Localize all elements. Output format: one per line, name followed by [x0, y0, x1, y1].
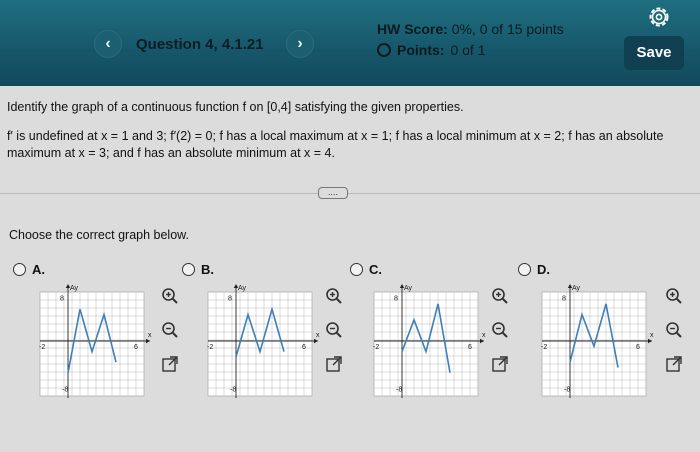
- hw-score-label: HW Score:: [377, 21, 448, 37]
- y-axis-label: Ay: [404, 285, 413, 292]
- expand-icon[interactable]: [664, 354, 684, 374]
- zoom-out-icon[interactable]: [160, 320, 180, 340]
- option-label: C.: [369, 262, 382, 277]
- graph-background: [39, 291, 145, 397]
- x-axis-label: x: [482, 332, 486, 339]
- radio-button[interactable]: [182, 263, 195, 276]
- hw-score: HW Score: 0%, 0 of 15 points: [377, 21, 564, 37]
- expand-icon[interactable]: [490, 354, 510, 374]
- x-tick-label: -2: [541, 344, 547, 351]
- x-axis-arrow: [146, 338, 150, 344]
- y-axis-label: Ay: [70, 285, 79, 292]
- y-axis-label: Ay: [572, 285, 581, 292]
- x-tick-label: -2: [207, 344, 213, 351]
- option-label: D.: [537, 262, 550, 277]
- hw-score-value: 0%, 0 of 15 points: [451, 21, 564, 37]
- save-button[interactable]: Save: [624, 36, 684, 70]
- option-a[interactable]: A.: [13, 262, 45, 277]
- chevron-right-icon: ›: [297, 35, 303, 52]
- zoom-out-icon[interactable]: [664, 320, 684, 340]
- radio-button[interactable]: [518, 263, 531, 276]
- option-label: B.: [201, 262, 214, 277]
- radio-button[interactable]: [13, 263, 26, 276]
- question-prompt: Identify the graph of a continuous funct…: [7, 100, 464, 114]
- option-d[interactable]: D.: [518, 262, 550, 277]
- x-tick-label: 6: [636, 344, 640, 351]
- y-tick-label: 8: [562, 296, 566, 303]
- question-title: Question 4, 4.1.21: [136, 36, 264, 53]
- y-tick-label: -8: [230, 386, 236, 393]
- previous-question-button[interactable]: ‹: [94, 30, 122, 58]
- y-tick-label: -8: [396, 386, 402, 393]
- choose-instruction: Choose the correct graph below.: [9, 228, 189, 242]
- x-tick-label: -2: [39, 344, 45, 351]
- zoom-out-icon[interactable]: [490, 320, 510, 340]
- option-graph: Ay x 8 -8 -2 6: [373, 284, 486, 398]
- x-axis-label: x: [650, 332, 654, 339]
- x-axis-arrow: [314, 338, 318, 344]
- x-axis-label: x: [316, 332, 320, 339]
- option-b[interactable]: B.: [182, 262, 214, 277]
- y-tick-label: 8: [60, 296, 64, 303]
- y-tick-label: -8: [564, 386, 570, 393]
- x-tick-label: 6: [302, 344, 306, 351]
- zoom-in-icon[interactable]: [664, 286, 684, 306]
- header-bar: ‹ Question 4, 4.1.21 › HW Score: 0%, 0 o…: [0, 0, 700, 86]
- points-circle-icon: [377, 43, 391, 57]
- option-c[interactable]: C.: [350, 262, 382, 277]
- y-axis-label: Ay: [238, 285, 247, 292]
- points-value: 0 of 1: [450, 42, 486, 58]
- radio-button[interactable]: [350, 263, 363, 276]
- option-graph: Ay x 8 -8 -2 6: [39, 284, 152, 398]
- expand-icon[interactable]: [160, 354, 180, 374]
- zoom-in-icon[interactable]: [490, 286, 510, 306]
- next-question-button[interactable]: ›: [286, 30, 314, 58]
- x-axis-arrow: [648, 338, 652, 344]
- y-tick-label: -8: [62, 386, 68, 393]
- option-label: A.: [32, 262, 45, 277]
- gear-icon[interactable]: [646, 4, 672, 30]
- x-axis-arrow: [480, 338, 484, 344]
- x-tick-label: 6: [468, 344, 472, 351]
- expand-icon[interactable]: [324, 354, 344, 374]
- divider: [0, 193, 700, 194]
- x-axis-label: x: [148, 332, 152, 339]
- y-tick-label: 8: [394, 296, 398, 303]
- x-tick-label: -2: [373, 344, 379, 351]
- graph-background: [207, 291, 313, 397]
- option-graph: Ay x 8 -8 -2 6: [541, 284, 654, 398]
- y-tick-label: 8: [228, 296, 232, 303]
- zoom-out-icon[interactable]: [324, 320, 344, 340]
- more-button[interactable]: ....: [318, 187, 348, 199]
- points-label: Points:: [397, 42, 445, 58]
- zoom-in-icon[interactable]: [160, 286, 180, 306]
- question-properties: f′ is undefined at x = 1 and 3; f′(2) = …: [7, 129, 664, 160]
- graph-background: [373, 291, 479, 397]
- x-tick-label: 6: [134, 344, 138, 351]
- chevron-left-icon: ‹: [105, 35, 111, 52]
- option-graph: Ay x 8 -8 -2 6: [207, 284, 320, 398]
- zoom-in-icon[interactable]: [324, 286, 344, 306]
- points: Points: 0 of 1: [377, 42, 485, 58]
